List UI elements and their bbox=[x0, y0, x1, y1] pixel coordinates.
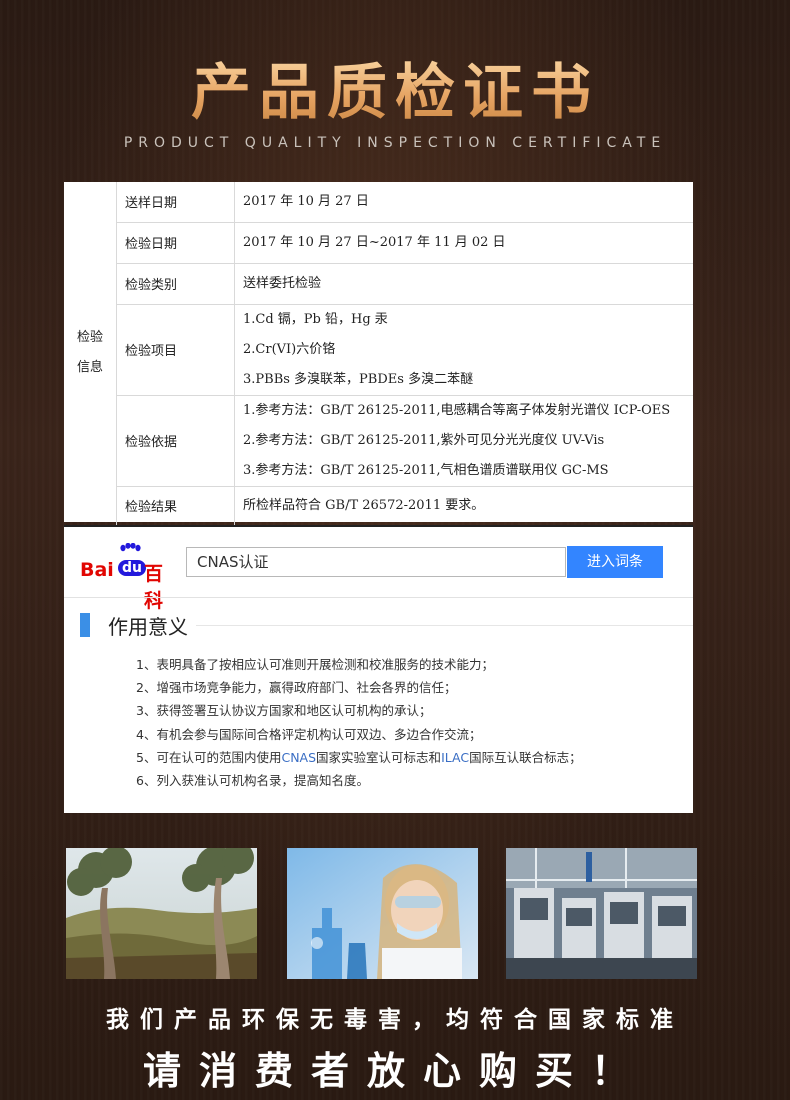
baidu-baike-panel: Bai du 百科 CNAS认证 进入词条 作用意义 1、表明具备了按相应认可准… bbox=[64, 525, 693, 813]
slogan-line-2: 请消费者放心购买！ bbox=[142, 1049, 647, 1093]
search-input[interactable]: CNAS认证 bbox=[186, 547, 566, 577]
enter-entry-button[interactable]: 进入词条 bbox=[567, 546, 663, 578]
list-item: 1、表明具备了按相应认可准则开展检测和校准服务的技术能力； bbox=[136, 657, 494, 672]
list-item: 4、有机会参与国际间合格评定机构认可双边、多边合作交流； bbox=[136, 726, 482, 742]
inspection-item: 3.PBBs 多溴联苯，PBDEs 多溴二苯醚 bbox=[243, 371, 474, 387]
page-title: 产品质检证书 bbox=[0, 44, 790, 131]
logo-baike: 百科 bbox=[144, 563, 164, 612]
row-value-inspection-basis: 1.参考方法：GB/T 26125-2011,电感耦合等离子体发射光谱仪 ICP… bbox=[234, 394, 693, 487]
section-title: 作用意义 bbox=[108, 615, 188, 639]
page-subtitle: PRODUCT QUALITY INSPECTION CERTIFICATE bbox=[123, 135, 667, 151]
baidu-logo[interactable]: Bai du 百科 bbox=[80, 543, 180, 612]
row-label-inspection-result: 检验结果 bbox=[116, 485, 235, 525]
row-label-inspection-type: 检验类别 bbox=[116, 262, 235, 305]
group-label: 检验 信息 bbox=[64, 182, 117, 526]
section-marker bbox=[80, 613, 90, 637]
factory-photo bbox=[506, 848, 697, 979]
inspection-item: 2.Cr(VI)六价铬 bbox=[243, 341, 336, 357]
paw-icon bbox=[120, 543, 141, 552]
row-label-sample-date: 送样日期 bbox=[116, 182, 235, 223]
row-label-inspection-items: 检验项目 bbox=[116, 303, 235, 396]
inspection-basis-item: 1.参考方法：GB/T 26125-2011,电感耦合等离子体发射光谱仪 ICP… bbox=[243, 402, 671, 418]
section-underline bbox=[196, 625, 693, 626]
section-divider bbox=[64, 597, 693, 598]
significance-list: 1、表明具备了按相应认可准则开展检测和校准服务的技术能力； 2、增强市场竞争能力… bbox=[136, 653, 582, 792]
row-label-inspection-basis: 检验依据 bbox=[116, 394, 235, 487]
row-label-inspection-date: 检验日期 bbox=[116, 221, 235, 264]
list-item: 2、增强市场竞争能力，赢得政府部门、社会各界的信任； bbox=[136, 680, 457, 696]
baidu-search-bar: Bai du 百科 CNAS认证 进入词条 bbox=[64, 525, 693, 612]
list-item: 5、可在认可的范围内使用CNAS国家实验室认可标志和ILAC国际互认联合标志； bbox=[136, 749, 582, 765]
logo-bai: Bai bbox=[80, 559, 114, 581]
landscape-photo bbox=[66, 848, 257, 979]
row-value-inspection-items: 1.Cd 镉，Pb 铅，Hg 汞 2.Cr(VI)六价铬 3.PBBs 多溴联苯… bbox=[234, 303, 693, 396]
ilac-link[interactable]: ILAC bbox=[441, 750, 469, 765]
inspection-basis-item: 3.参考方法：GB/T 26125-2011,气相色谱质谱联用仪 GC-MS bbox=[243, 462, 609, 478]
logo-du: du bbox=[118, 560, 146, 576]
inspection-basis-item: 2.参考方法：GB/T 26125-2011,紫外可见分光光度仪 UV-Vis bbox=[243, 432, 605, 448]
row-value-sample-date: 2017 年 10 月 27 日 bbox=[234, 182, 693, 223]
lab-scientist-photo bbox=[287, 848, 478, 979]
inspection-certificate-table: 检验 信息 送样日期 2017 年 10 月 27 日 检验日期 2017 年 1… bbox=[64, 182, 693, 526]
slogan-line-1: 我们产品环保无毒害，均符合国家标准 bbox=[106, 1007, 684, 1033]
row-value-inspection-result: 所检样品符合 GB/T 26572-2011 要求。 bbox=[234, 485, 693, 525]
row-value-inspection-date: 2017 年 10 月 27 日~2017 年 11 月 02 日 bbox=[234, 221, 693, 264]
cnas-link[interactable]: CNAS bbox=[281, 750, 316, 765]
inspection-item: 1.Cd 镉，Pb 铅，Hg 汞 bbox=[243, 311, 388, 327]
list-item: 3、获得签署互认协议方国家和地区认可机构的承认； bbox=[136, 703, 432, 719]
row-value-inspection-type: 送样委托检验 bbox=[234, 262, 693, 305]
list-item: 6、列入获准认可机构名录，提高知名度。 bbox=[136, 773, 369, 789]
